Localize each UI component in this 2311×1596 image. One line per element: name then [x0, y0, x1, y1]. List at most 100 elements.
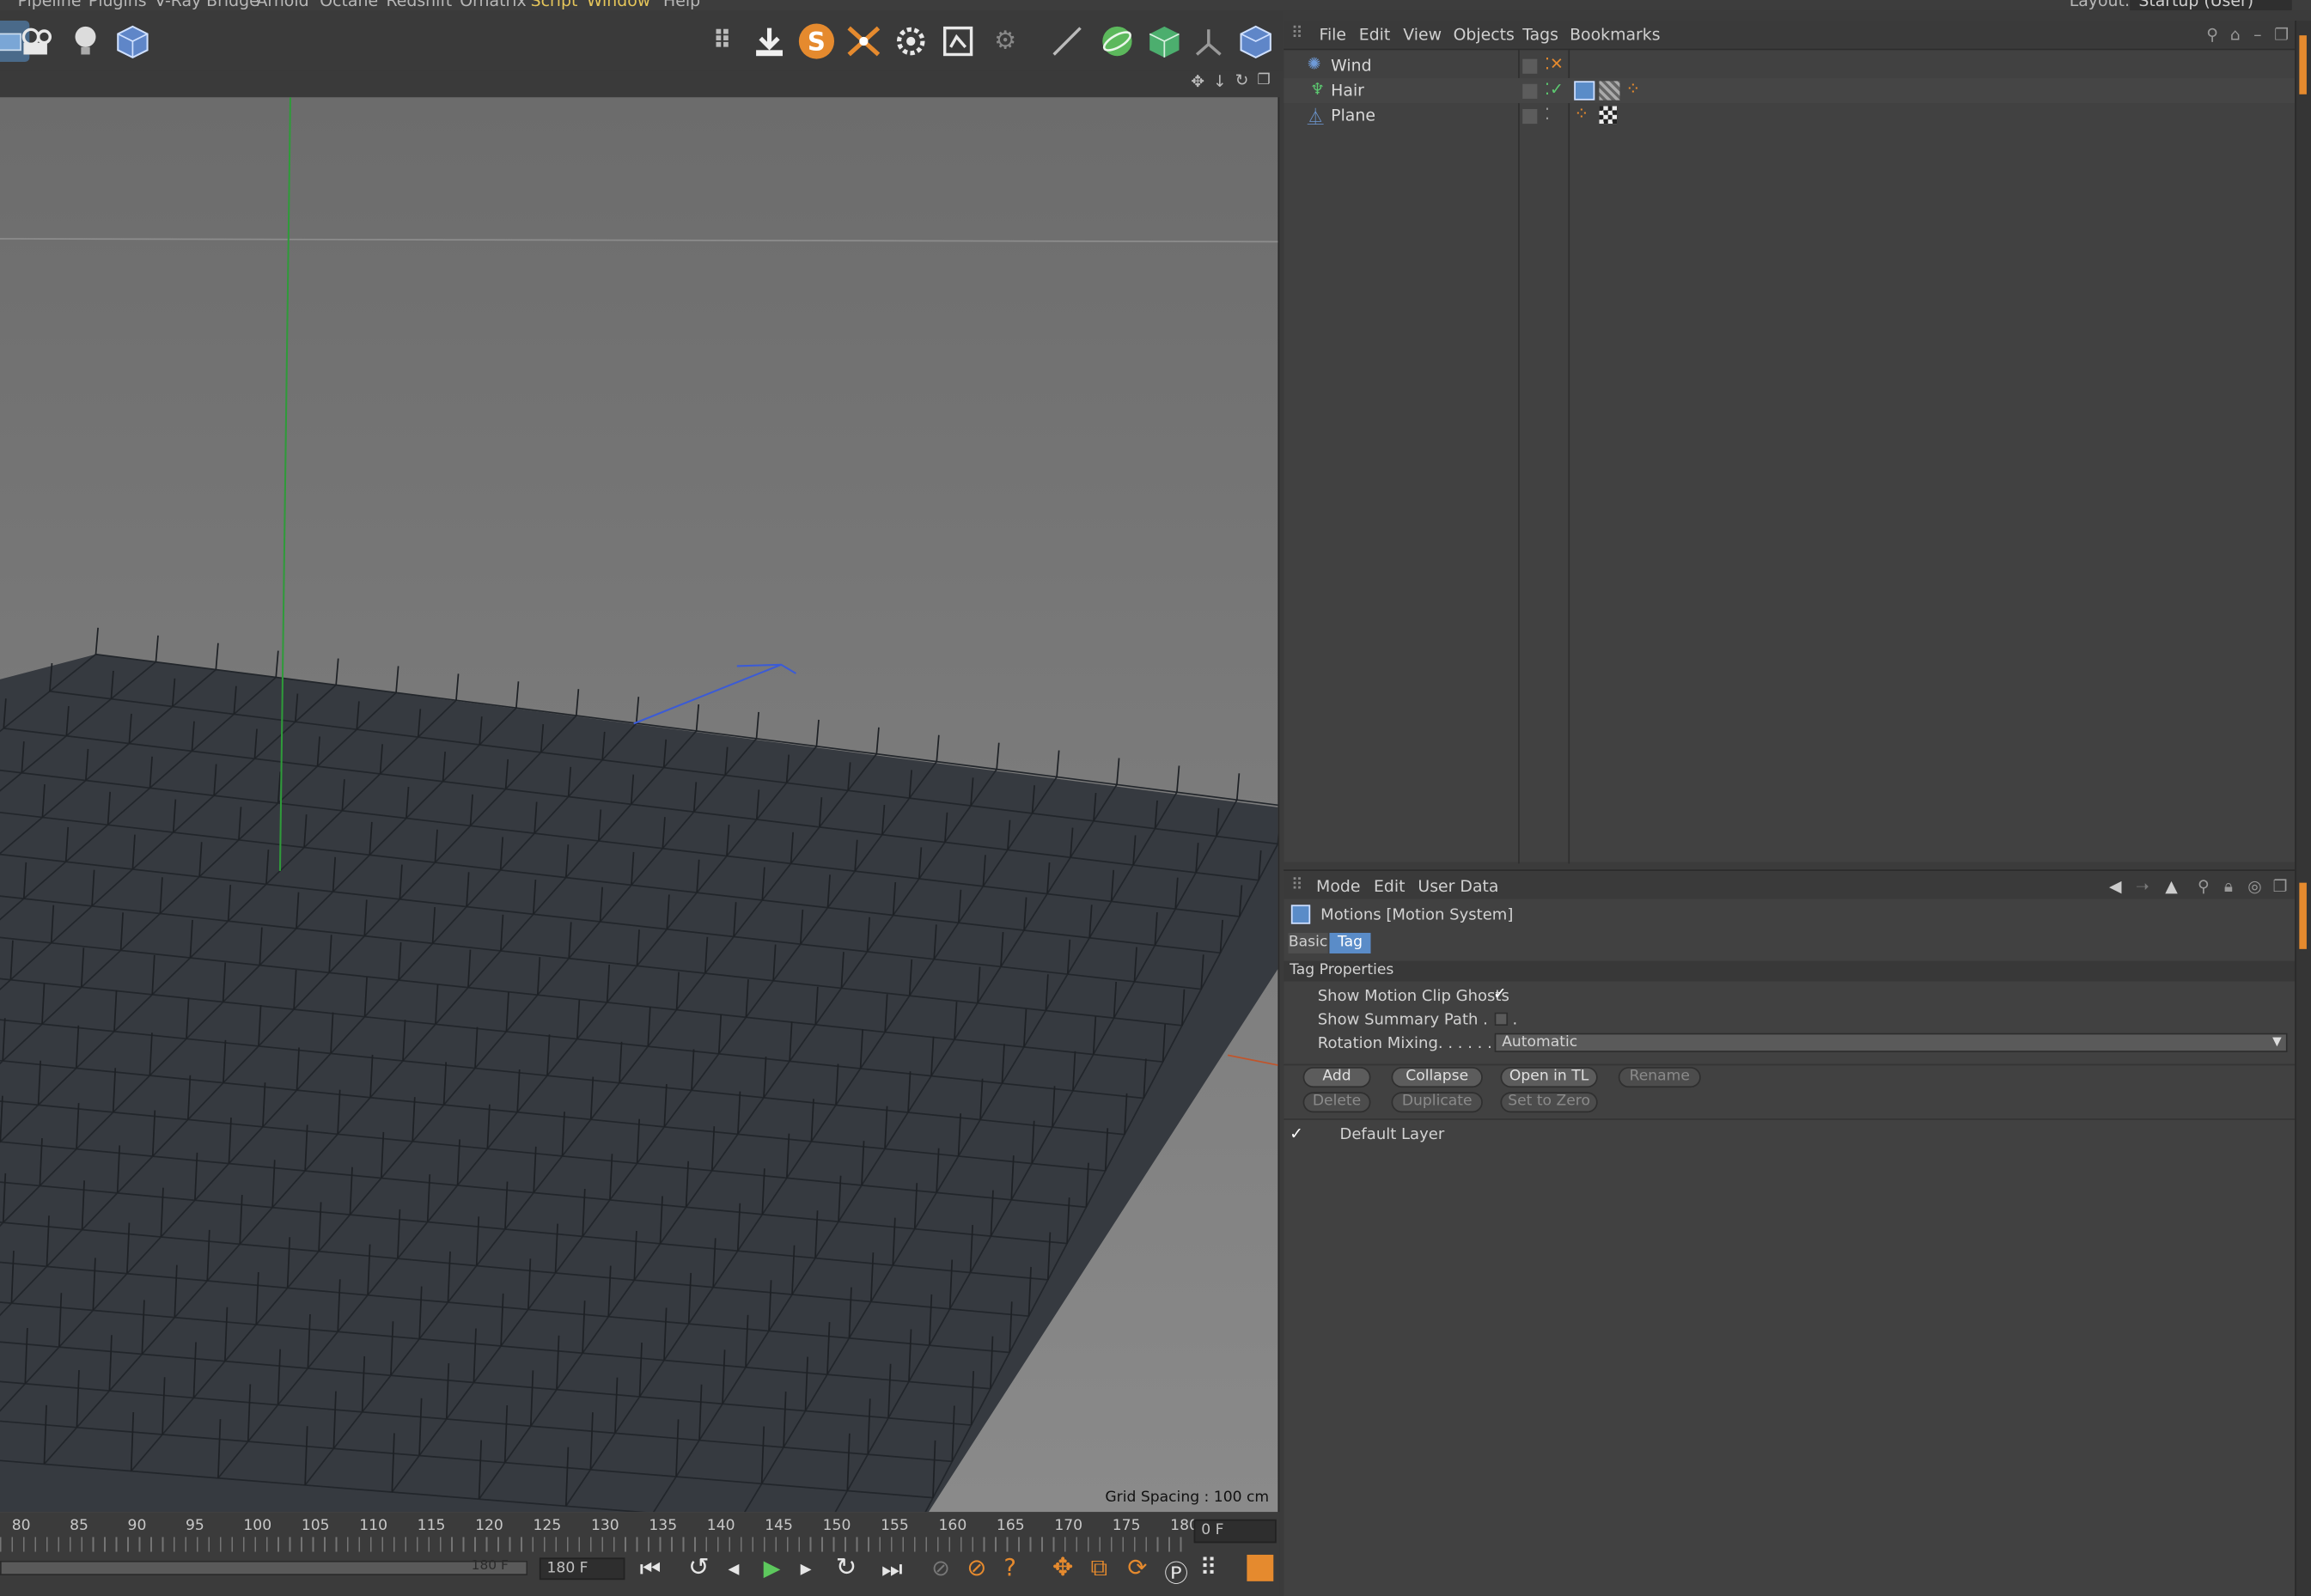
tab-basic[interactable]: Basic	[1288, 932, 1328, 953]
open-in-tl-button[interactable]: Open in TL	[1500, 1067, 1598, 1088]
prev-key-icon[interactable]: ↺	[688, 1553, 709, 1582]
layer-enabled-checkbox[interactable]: ✓	[1290, 1124, 1303, 1143]
prev-frame-icon[interactable]: ◂	[729, 1555, 740, 1581]
am-search-icon[interactable]: ⚲	[2198, 877, 2210, 896]
visibility-toggle[interactable]	[1522, 83, 1538, 99]
param-key-icon[interactable]: Ⓟ	[1164, 1553, 1187, 1588]
om-menu-file[interactable]: File	[1319, 25, 1346, 44]
menu-octane[interactable]: Octane	[320, 0, 378, 10]
camera-icon[interactable]	[18, 21, 59, 62]
viewport-move-icon[interactable]: ✥	[1191, 72, 1204, 91]
object-row-wind[interactable]: ✺ Wind ⁚✕	[1284, 53, 2295, 78]
xpresso-icon[interactable]	[843, 21, 884, 62]
am-up-icon[interactable]: ▲	[2165, 877, 2178, 896]
delete-button[interactable]: Delete	[1302, 1092, 1371, 1113]
move-key-icon[interactable]: ✥	[1052, 1553, 1073, 1582]
joint-icon[interactable]	[1188, 21, 1229, 62]
menu-help[interactable]: Help	[663, 0, 700, 10]
scale-key-icon[interactable]: ⧉	[1091, 1553, 1108, 1582]
enabled-dots-icon[interactable]: ⁚	[1545, 105, 1550, 124]
script-s-icon[interactable]: S	[796, 21, 837, 62]
om-menu-view[interactable]: View	[1403, 25, 1442, 44]
visibility-toggle[interactable]	[1522, 58, 1538, 74]
side-tab-active-bottom[interactable]	[2299, 882, 2307, 949]
section-header[interactable]: Tag Properties	[1284, 960, 2296, 982]
show-ghosts-checkbox[interactable]: ✓	[1493, 986, 1509, 1002]
next-frame-icon[interactable]: ▸	[801, 1555, 812, 1581]
texture-tag-icon[interactable]	[1599, 106, 1618, 125]
am-maximize-icon[interactable]: ❐	[2272, 877, 2287, 896]
om-search-icon[interactable]: ⚲	[2206, 25, 2218, 44]
play-icon[interactable]: ▶	[764, 1555, 781, 1581]
am-target-icon[interactable]: ◎	[2247, 877, 2261, 896]
viewport-dolly-icon[interactable]: ↓	[1213, 72, 1227, 91]
goto-end-icon[interactable]: ⏭	[881, 1555, 903, 1584]
object-row-hair[interactable]: ♆ Hair ⁚✓ ⁘	[1284, 77, 2296, 104]
deformer-cube-icon[interactable]	[1143, 21, 1185, 62]
phong-tag-icon[interactable]: ⁘	[1574, 103, 1588, 124]
panel-grip-icon[interactable]: ⠿	[1291, 875, 1303, 894]
pen-tool-icon[interactable]	[1046, 21, 1088, 62]
enabled-check-icon[interactable]: ⁚✓	[1545, 80, 1564, 99]
viewport-rotate-icon[interactable]: ↻	[1235, 70, 1249, 89]
3d-viewport[interactable]: Grid Spacing : 100 cm	[0, 97, 1280, 1513]
menu-pipeline[interactable]: Pipeline	[18, 0, 82, 10]
viewport-maximize-icon[interactable]: ❐	[1257, 72, 1270, 88]
pla-key-icon[interactable]: ⠿	[1199, 1553, 1216, 1581]
layout-dropdown[interactable]: Startup (User)	[2130, 0, 2292, 11]
enabled-cross-icon[interactable]: ⁚✕	[1545, 54, 1564, 73]
layer-row[interactable]: ✓ Default Layer	[1284, 1123, 2295, 1146]
sphere-green-icon[interactable]	[1096, 21, 1137, 62]
object-name[interactable]: Plane	[1331, 107, 1375, 125]
next-key-icon[interactable]: ↻	[836, 1553, 857, 1582]
record-icon[interactable]: ⊘	[966, 1553, 986, 1581]
om-minimize-icon[interactable]: –	[2253, 25, 2261, 44]
cloner-icon[interactable]: ⚙	[985, 21, 1026, 62]
object-row-plane[interactable]: ⏅ Plane ⁚ ⁘	[1284, 103, 2295, 128]
add-button[interactable]: Add	[1302, 1067, 1371, 1088]
object-name[interactable]: Hair	[1331, 81, 1364, 100]
om-menu-tags[interactable]: Tags	[1522, 25, 1558, 44]
hair-material-tag-icon[interactable]	[1599, 81, 1620, 101]
help-key-icon[interactable]: ?	[1003, 1553, 1016, 1581]
picture-viewer-icon[interactable]	[937, 21, 979, 62]
menu-redshift[interactable]: Redshift	[386, 0, 452, 10]
camera-cube-icon[interactable]	[1235, 21, 1277, 62]
am-back-icon[interactable]: ◀	[2109, 877, 2122, 896]
range-end-field[interactable]: 180 F	[539, 1557, 625, 1581]
am-forward-icon[interactable]: ➝	[2136, 877, 2149, 896]
duplicate-button[interactable]: Duplicate	[1391, 1092, 1483, 1113]
light-icon[interactable]	[64, 21, 106, 62]
menu-arnold[interactable]: Arnold	[257, 0, 309, 10]
om-menu-edit[interactable]: Edit	[1359, 25, 1391, 44]
om-menu-objects[interactable]: Objects	[1454, 25, 1515, 44]
layer-name[interactable]: Default Layer	[1339, 1126, 1444, 1144]
am-menu-edit[interactable]: Edit	[1374, 877, 1406, 896]
om-maximize-icon[interactable]: ❐	[2274, 25, 2289, 44]
panel-grip-icon[interactable]: ⠿	[1291, 23, 1303, 42]
timeline-window-icon[interactable]	[1247, 1554, 1274, 1581]
menu-script[interactable]: Script	[531, 0, 578, 10]
side-tab-active-top[interactable]	[2299, 35, 2307, 94]
am-lock-icon[interactable]: 🔒︎	[2224, 877, 2233, 898]
autokey-icon[interactable]: ⊘	[931, 1555, 950, 1581]
download-icon[interactable]	[749, 21, 790, 62]
visibility-toggle[interactable]	[1522, 108, 1538, 125]
menu-window[interactable]: Window	[587, 0, 650, 10]
rotation-mixing-dropdown[interactable]: Automatic ▼	[1494, 1033, 2288, 1052]
menu-plugins[interactable]: Plugins	[88, 0, 147, 10]
am-menu-user-data[interactable]: User Data	[1418, 877, 1498, 896]
timeline-ruler[interactable]	[0, 1537, 1186, 1552]
set-to-zero-button[interactable]: Set to Zero	[1500, 1092, 1598, 1113]
render-region-icon[interactable]: ⠿	[702, 21, 743, 62]
rename-button[interactable]: Rename	[1618, 1067, 1701, 1088]
show-summary-checkbox[interactable]	[1494, 1012, 1509, 1026]
menu-ornatrix[interactable]: Ornatrix	[460, 0, 526, 10]
om-home-icon[interactable]: ⌂	[2230, 25, 2241, 44]
current-frame-field[interactable]: 0 F	[1193, 1519, 1277, 1544]
collapse-button[interactable]: Collapse	[1391, 1067, 1483, 1088]
rotate-key-icon[interactable]: ⟳	[1127, 1553, 1147, 1581]
side-tab-strip[interactable]	[2295, 21, 2311, 1596]
object-name[interactable]: Wind	[1331, 56, 1371, 75]
am-menu-mode[interactable]: Mode	[1316, 877, 1360, 896]
